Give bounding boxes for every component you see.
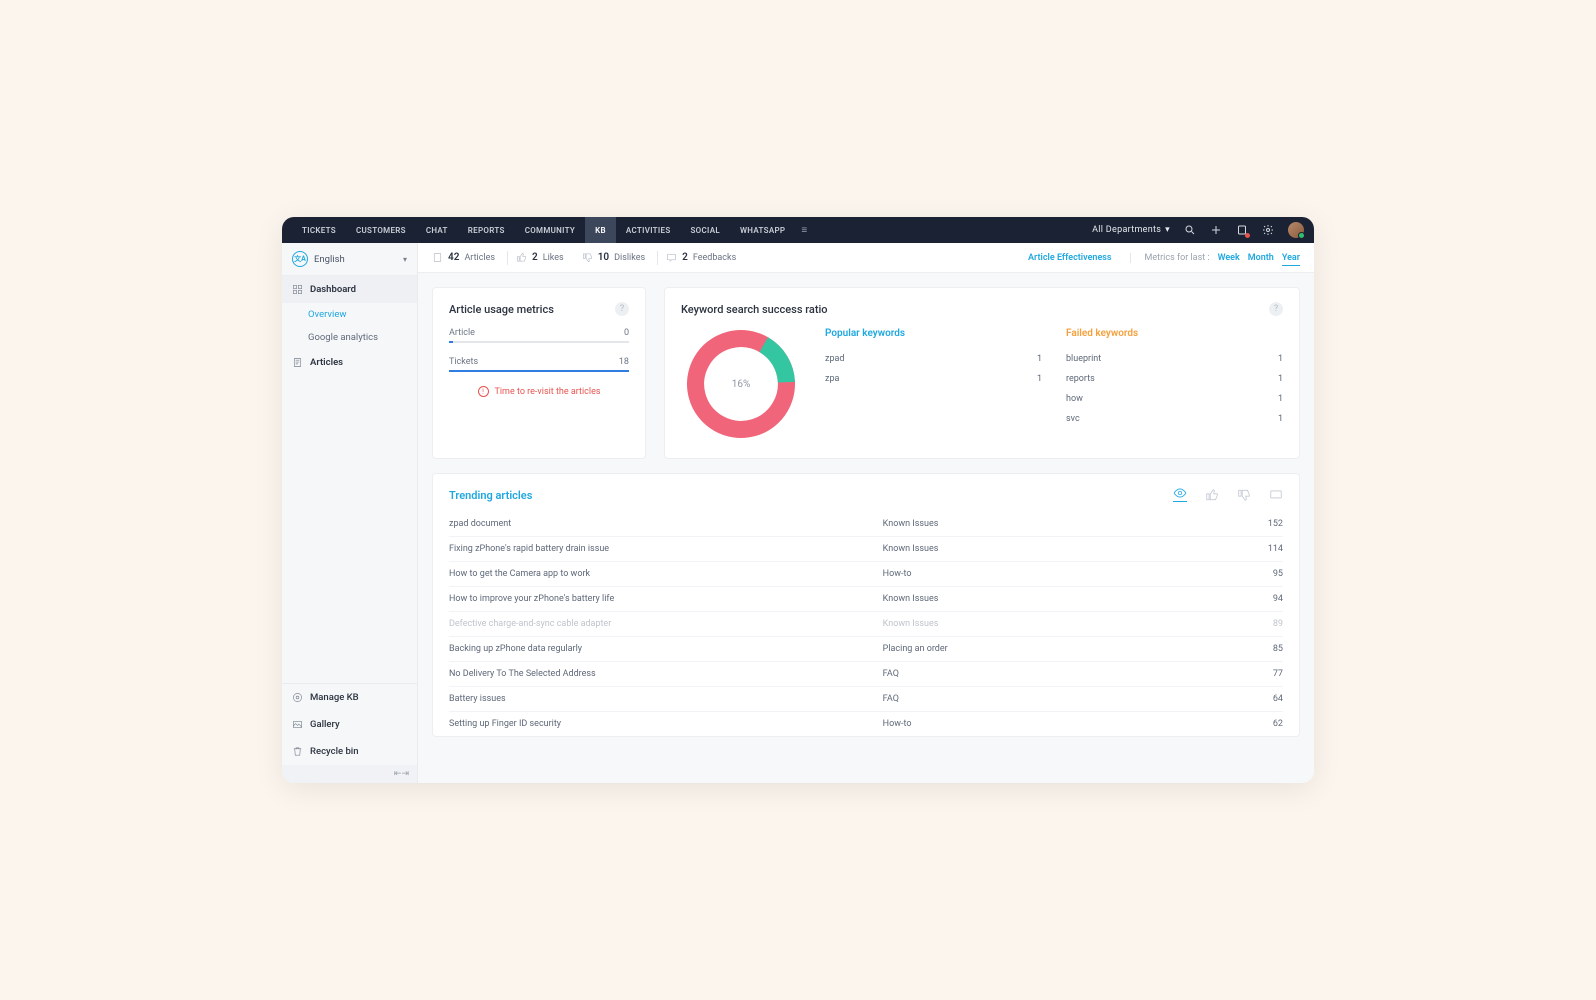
nav-tab-social[interactable]: SOCIAL <box>681 217 730 243</box>
trending-row[interactable]: Backing up zPhone data regularlyPlacing … <box>449 636 1283 661</box>
dashboard-icon <box>292 284 303 295</box>
nav-more-icon[interactable]: ≡ <box>801 225 807 236</box>
range-year[interactable]: Year <box>1282 253 1300 266</box>
metrics-for-label: Metrics for last : <box>1145 253 1210 263</box>
language-label: English <box>314 254 345 265</box>
nav-tab-customers[interactable]: CUSTOMERS <box>346 217 416 243</box>
donut-center-label: 16% <box>681 324 801 444</box>
views-tab-icon[interactable] <box>1173 488 1187 502</box>
card-trending-articles: Trending articles zpad documentKnown Iss… <box>432 473 1300 737</box>
donut-chart: 16% <box>681 324 801 444</box>
keyword-row: how1 <box>1066 389 1283 409</box>
help-icon[interactable]: ? <box>1269 302 1283 316</box>
trending-row[interactable]: zpad documentKnown Issues152 <box>449 512 1283 536</box>
sidebar: 文A English ▾ Dashboard Overview Google a… <box>282 243 418 783</box>
sidebar-label: Gallery <box>310 719 340 730</box>
nav-tab-whatsapp[interactable]: WHATSAPP <box>730 217 795 243</box>
notifications-icon[interactable] <box>1236 224 1248 236</box>
revisit-alert: ! Time to re-visit the articles <box>449 386 629 397</box>
user-avatar[interactable] <box>1288 222 1304 238</box>
articles-icon <box>292 357 303 368</box>
trending-row[interactable]: Defective charge-and-sync cable adapterK… <box>449 611 1283 636</box>
metric-dislikes: 10 Dislikes <box>582 252 645 263</box>
thumbs-up-icon <box>516 252 527 263</box>
range-month[interactable]: Month <box>1248 253 1274 263</box>
card-keyword-ratio: Keyword search success ratio ? 16% <box>664 287 1300 459</box>
popular-head: Popular keywords <box>825 328 1042 339</box>
keyword-row: svc1 <box>1066 409 1283 429</box>
department-select[interactable]: All Departments ▾ <box>1092 225 1170 235</box>
settings-icon[interactable] <box>1262 224 1274 236</box>
language-selector[interactable]: 文A English ▾ <box>282 243 417 276</box>
metrics-bar: 42 Articles 2 Likes 10 Dislikes 2 <box>418 243 1314 273</box>
metric-articles: 42 Articles <box>432 252 495 263</box>
nav-tabs: TICKETSCUSTOMERSCHATREPORTSCOMMUNITYKBAC… <box>292 217 795 243</box>
nav-tab-tickets[interactable]: TICKETS <box>292 217 346 243</box>
popular-keywords: Popular keywords zpad1zpa1 <box>825 328 1042 389</box>
content: Article usage metrics ? Article0Tickets1… <box>418 273 1314 783</box>
gallery-icon <box>292 719 303 730</box>
trending-title: Trending articles <box>449 489 532 502</box>
dislikes-tab-icon[interactable] <box>1237 488 1251 502</box>
sidebar-label: Manage KB <box>310 692 359 703</box>
failed-keywords: Failed keywords blueprint1reports1how1sv… <box>1066 328 1283 429</box>
keyword-row: reports1 <box>1066 369 1283 389</box>
failed-head: Failed keywords <box>1066 328 1283 339</box>
app-window: TICKETSCUSTOMERSCHATREPORTSCOMMUNITYKBAC… <box>282 217 1314 783</box>
sidebar-item-dashboard[interactable]: Dashboard <box>282 276 417 303</box>
keyword-row: zpad1 <box>825 349 1042 369</box>
article-effectiveness-link[interactable]: Article Effectiveness <box>1028 253 1131 263</box>
main: 42 Articles 2 Likes 10 Dislikes 2 <box>418 243 1314 783</box>
likes-tab-icon[interactable] <box>1205 488 1219 502</box>
help-icon[interactable]: ? <box>615 302 629 316</box>
nav-right: All Departments ▾ <box>1092 222 1304 238</box>
thumbs-down-icon <box>582 252 593 263</box>
department-label: All Departments <box>1092 225 1161 235</box>
gear-icon <box>292 692 303 703</box>
sidebar-item-overview[interactable]: Overview <box>282 303 417 326</box>
trending-row[interactable]: Fixing zPhone's rapid battery drain issu… <box>449 536 1283 561</box>
feedback-tab-icon[interactable] <box>1269 488 1283 502</box>
sidebar-label: Recycle bin <box>310 746 359 757</box>
feedback-icon <box>666 252 677 263</box>
trending-row[interactable]: Setting up Finger ID securityHow-to62 <box>449 711 1283 736</box>
trending-row[interactable]: How to improve your zPhone's battery lif… <box>449 586 1283 611</box>
nav-tab-activities[interactable]: ACTIVITIES <box>616 217 681 243</box>
nav-tab-chat[interactable]: CHAT <box>416 217 458 243</box>
sidebar-item-recycle-bin[interactable]: Recycle bin <box>282 738 417 765</box>
alert-icon: ! <box>478 386 489 397</box>
sidebar-item-gallery[interactable]: Gallery <box>282 711 417 738</box>
search-icon[interactable] <box>1184 224 1196 236</box>
chevron-down-icon: ▾ <box>403 255 407 264</box>
keyword-row: blueprint1 <box>1066 349 1283 369</box>
sidebar-item-articles[interactable]: Articles <box>282 349 417 376</box>
sidebar-collapse[interactable]: ⇤⇥ <box>282 765 417 783</box>
nav-tab-kb[interactable]: KB <box>585 217 616 243</box>
sidebar-label: Articles <box>310 357 343 368</box>
trending-row[interactable]: How to get the Camera app to workHow-to9… <box>449 561 1283 586</box>
nav-tab-community[interactable]: COMMUNITY <box>515 217 585 243</box>
nav-tab-reports[interactable]: REPORTS <box>458 217 515 243</box>
chevron-down-icon: ▾ <box>1165 225 1170 235</box>
sidebar-label: Dashboard <box>310 284 356 295</box>
language-icon: 文A <box>292 251 308 267</box>
trash-icon <box>292 746 303 757</box>
card-title: Keyword search success ratio <box>681 303 828 316</box>
metric-likes: 2 Likes <box>516 252 564 263</box>
sidebar-item-google-analytics[interactable]: Google analytics <box>282 326 417 349</box>
trending-row[interactable]: No Delivery To The Selected AddressFAQ77 <box>449 661 1283 686</box>
sidebar-item-manage-kb[interactable]: Manage KB <box>282 684 417 711</box>
metric-feedbacks: 2 Feedbacks <box>666 252 736 263</box>
keyword-row: zpa1 <box>825 369 1042 389</box>
card-title: Article usage metrics <box>449 303 554 316</box>
plus-icon[interactable] <box>1210 224 1222 236</box>
document-icon <box>432 252 443 263</box>
card-article-usage: Article usage metrics ? Article0Tickets1… <box>432 287 646 459</box>
top-nav: TICKETSCUSTOMERSCHATREPORTSCOMMUNITYKBAC… <box>282 217 1314 243</box>
range-week[interactable]: Week <box>1218 253 1240 263</box>
trending-row[interactable]: Battery issuesFAQ64 <box>449 686 1283 711</box>
